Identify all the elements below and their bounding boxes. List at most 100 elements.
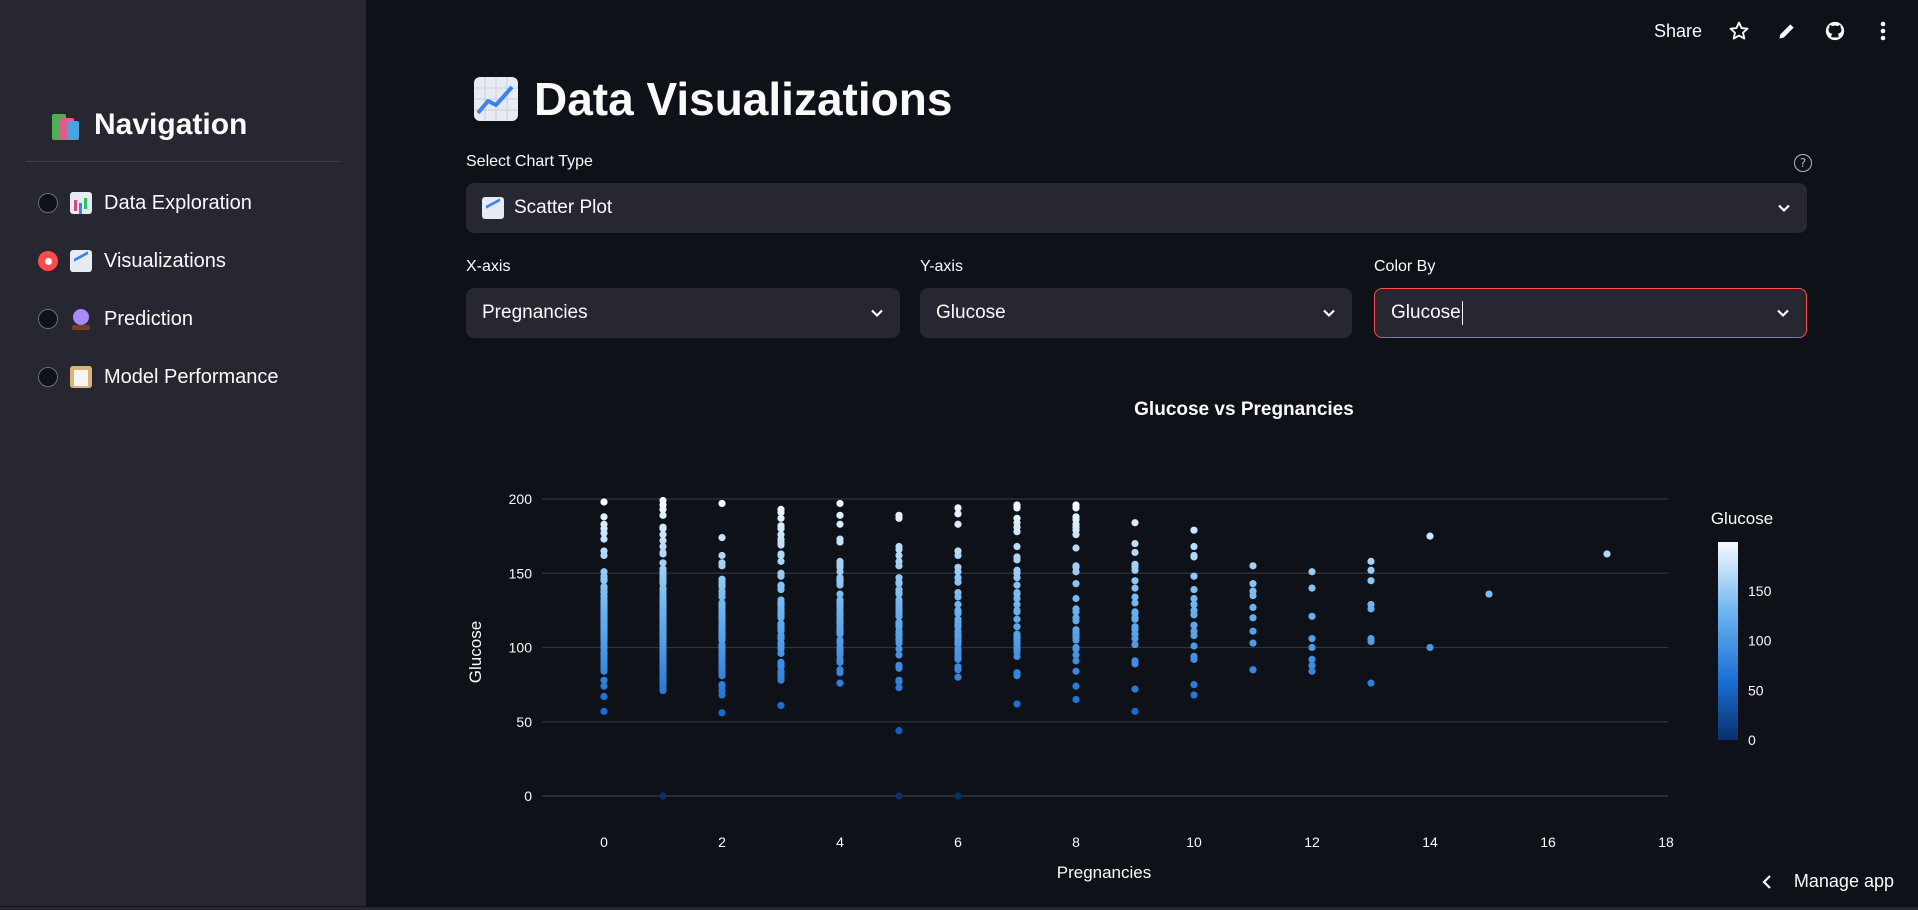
scatter-point[interactable] [777,569,785,577]
scatter-point[interactable] [600,547,608,555]
edit-icon[interactable] [1776,20,1798,42]
more-vertical-icon[interactable] [1872,20,1894,42]
scatter-point[interactable] [1367,600,1375,609]
scatter-point[interactable] [954,547,962,555]
scatter-point[interactable] [1072,682,1080,690]
color-by-select[interactable]: Glucose [1374,288,1807,338]
scatter-point[interactable] [777,505,785,513]
scatter-point[interactable] [600,498,608,506]
scatter-point[interactable] [1190,642,1198,650]
scatter-point[interactable] [1249,587,1257,595]
scatter-point[interactable] [1367,566,1375,574]
scatter-point[interactable] [1131,577,1139,585]
scatter-point[interactable] [1131,539,1139,548]
scatter-point[interactable] [836,666,844,674]
scatter-point[interactable] [718,709,726,717]
scatter-chart[interactable]: Glucose vs Pregnancies 0 50 100 150 200 0 2 4 6 8… [466,390,1806,890]
scatter-point[interactable] [836,535,844,543]
scatter-point[interactable] [1367,679,1375,687]
scatter-point[interactable] [1013,581,1021,589]
scatter-point[interactable] [1485,590,1493,598]
scatter-point[interactable] [600,520,608,528]
scatter-point[interactable] [954,563,962,571]
star-icon[interactable] [1728,20,1750,42]
scatter-point[interactable] [777,596,785,604]
scatter-point[interactable] [1072,544,1080,552]
scatter-point[interactable] [1190,542,1198,551]
sidebar-item-visualizations[interactable]: Visualizations [38,242,279,280]
share-button[interactable]: Share [1654,21,1702,42]
chart-type-select[interactable]: Scatter Plot [466,183,1807,233]
scatter-point[interactable] [1190,681,1198,689]
scatter-point[interactable] [718,559,726,567]
scatter-point[interactable] [1013,630,1021,638]
scatter-point[interactable] [718,551,726,560]
scatter-point[interactable] [1190,691,1198,699]
scatter-point[interactable] [895,792,903,800]
scatter-point[interactable] [1013,553,1021,561]
scatter-point[interactable] [954,673,962,681]
help-icon[interactable]: ? [1794,154,1812,172]
scatter-point[interactable] [1131,608,1139,616]
scatter-point[interactable] [1131,548,1139,557]
scatter-point[interactable] [659,559,667,567]
scatter-point[interactable] [659,792,667,800]
scatter-point[interactable] [1190,652,1198,661]
scatter-point[interactable] [1131,623,1139,631]
scatter-point[interactable] [1603,550,1611,558]
scatter-point[interactable] [836,557,844,565]
radio-button[interactable] [38,367,58,387]
scatter-point[interactable] [1367,577,1375,585]
scatter-point[interactable] [718,499,726,508]
scatter-point[interactable] [1131,519,1139,527]
scatter-point[interactable] [1013,623,1021,631]
scatter-point[interactable] [1367,557,1375,565]
scatter-point[interactable] [718,575,726,583]
scatter-point[interactable] [895,542,903,551]
scatter-point[interactable] [895,574,903,582]
scatter-point[interactable] [1013,700,1021,708]
scatter-point[interactable] [659,523,667,531]
scatter-point[interactable] [1308,655,1316,663]
scatter-point[interactable] [1013,669,1021,677]
scatter-point[interactable] [1249,666,1257,674]
scatter-point[interactable] [1013,566,1021,574]
scatter-point[interactable] [1190,551,1198,560]
scatter-point[interactable] [1249,562,1257,570]
scatter-point[interactable] [1308,634,1316,643]
scatter-point[interactable] [954,600,962,609]
scatter-point[interactable] [1131,560,1139,568]
scatter-point[interactable] [1072,594,1080,603]
scatter-point[interactable] [1072,605,1080,613]
scatter-point[interactable] [1013,588,1021,597]
scatter-point[interactable] [836,520,844,528]
github-icon[interactable] [1824,20,1846,42]
scatter-point[interactable] [1131,685,1139,693]
scatter-point[interactable] [1308,612,1316,620]
scatter-point[interactable] [1072,580,1080,588]
scatter-point[interactable] [1072,626,1080,634]
scatter-point[interactable] [777,701,785,710]
scatter-point[interactable] [836,499,844,508]
scatter-point[interactable] [1426,643,1434,652]
scatter-point[interactable] [777,550,785,558]
scatter-point[interactable] [1072,501,1080,509]
scatter-point[interactable] [1072,643,1080,652]
scatter-point[interactable] [1013,615,1021,623]
x-axis-select[interactable]: Pregnancies [466,288,900,338]
scatter-point[interactable] [954,504,962,512]
scatter-point[interactable] [1367,634,1375,643]
scatter-point[interactable] [1190,594,1198,603]
scatter-point[interactable] [777,581,785,589]
scatter-point[interactable] [718,534,726,542]
scatter-point[interactable] [600,513,608,521]
scatter-point[interactable] [1072,667,1080,675]
scatter-point[interactable] [1426,532,1434,540]
scatter-point[interactable] [1249,580,1257,588]
scatter-point[interactable] [600,707,608,715]
y-axis-select[interactable]: Glucose [920,288,1352,338]
data-points[interactable] [600,496,1611,800]
scatter-point[interactable] [1131,593,1139,601]
scatter-point[interactable] [1013,542,1021,551]
scatter-point[interactable] [895,511,903,519]
